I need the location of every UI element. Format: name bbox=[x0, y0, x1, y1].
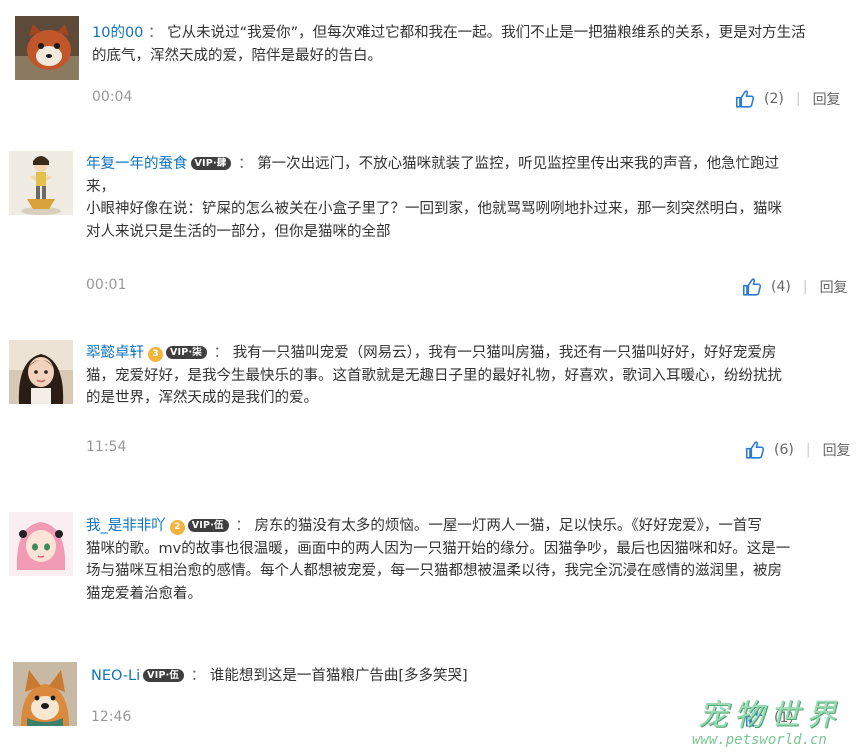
thumbs-up-icon[interactable] bbox=[734, 88, 756, 110]
watermark-title: 宠物世界 bbox=[698, 698, 842, 733]
site-watermark: 宠物世界 www.petsworld.cn bbox=[692, 690, 856, 754]
vip-badge[interactable]: VIP·肆 bbox=[190, 157, 232, 170]
colon: ： bbox=[143, 25, 168, 41]
comment-time: 00:04 bbox=[92, 89, 133, 105]
comment-line: 第一次出远门，不放心猫咪就装了监控，听见监控里传出来我的声音，他急忙跑过 bbox=[257, 156, 780, 172]
thumbs-up-icon[interactable] bbox=[744, 439, 766, 461]
comment-line: 的是世界，浑然天成的是我们的爱。 bbox=[86, 390, 318, 406]
comment-text: 翆懿卓轩 3 VIP·柒 ： 我有一只猫叫宠爱（网易云），我有一只猫叫房猫，我还有一… bbox=[86, 342, 851, 410]
username-link[interactable]: 10的00 bbox=[92, 25, 143, 41]
comment-time: 00:01 bbox=[86, 277, 127, 293]
avatar[interactable] bbox=[13, 662, 77, 726]
comment-time: 12:46 bbox=[91, 709, 132, 725]
comment-line: 房东的猫没有太多的烦恼。一屋一灯两人一猫，足以快乐。《好好宠爱》，一首写 bbox=[254, 518, 762, 534]
avatar[interactable] bbox=[9, 340, 73, 404]
comment-actions: (4) | 回复 bbox=[741, 275, 848, 299]
comment-text: 年复一年的蚕食 VIP·肆 ： 第一次出远门，不放心猫咪就装了监控，听见监控里传出… bbox=[86, 153, 851, 243]
level-crown-badge: 2 bbox=[169, 520, 185, 535]
avatar[interactable] bbox=[9, 512, 73, 576]
level-crown-badge: 3 bbox=[148, 347, 163, 362]
comment-actions: (2) | 回复 bbox=[734, 87, 841, 111]
reply-button[interactable]: 回复 bbox=[820, 277, 848, 297]
comment-line: 猫咪的歌。mv的故事也很温暖，画面中的两人因为一只猫开始的缘分。因猫争吵，最后也… bbox=[86, 540, 791, 557]
reply-button[interactable]: 回复 bbox=[823, 440, 851, 460]
username-link[interactable]: 翆懿卓轩 bbox=[86, 345, 144, 361]
comment-line: 的底气，浑然天成的爱，陪伴是最好的告白。 bbox=[92, 47, 382, 64]
comment-line: 小眼神好像在说：铲屎的怎么被关在小盒子里了？一回到家，他就骂骂咧咧地扑过来，那一… bbox=[86, 201, 782, 217]
comment-line: 来， bbox=[86, 178, 115, 195]
colon: ： bbox=[208, 345, 233, 361]
comment-line: 场与猫咪互相治愈的感情。每个人都想被宠爱，每一只猫都想被温柔以待，我完全沉浸在感… bbox=[86, 563, 782, 579]
avatar[interactable] bbox=[15, 16, 79, 80]
username-link[interactable]: 我_是非非吖 bbox=[86, 518, 166, 534]
comment-line: 猫宠爱着治愈着。 bbox=[86, 585, 202, 602]
comment-line: 猫，宠爱好好，是我今生最快乐的事。这首歌就是无趣日子里的最好礼物，好喜欢，歌词入… bbox=[86, 367, 782, 384]
thumbs-up-icon[interactable] bbox=[741, 276, 763, 298]
colon: ： bbox=[186, 668, 210, 684]
vip-badge[interactable]: VIP·伍 bbox=[143, 669, 185, 682]
comment-line: 它从未说过“我爱你”，但每次难过它都和我在一起。我们不止是一把猫粮维系的关系，更… bbox=[167, 25, 806, 41]
divider: | bbox=[802, 279, 808, 295]
divider: | bbox=[795, 91, 801, 107]
comment-text: 10的00 ： 它从未说过“我爱你”，但每次难过它都和我在一起。我们不止是一把猫… bbox=[92, 22, 852, 67]
comment-line: 对人来说只是生活的一部分，但你是猫咪的全部 bbox=[86, 223, 391, 240]
comment-text: NEO-Li VIP·伍 ： 谁能想到这是一首猫粮广告曲[多多笑哭] bbox=[91, 665, 851, 688]
comment-line: 我有一只猫叫宠爱（网易云），我有一只猫叫房猫，我还有一只猫叫好好，好好宠爱房 bbox=[232, 345, 777, 361]
vip-badge[interactable]: VIP·柒 bbox=[166, 346, 207, 359]
vip-badge[interactable]: VIP·伍 bbox=[187, 519, 229, 532]
colon: ： bbox=[230, 518, 255, 534]
username-link[interactable]: 年复一年的蚕食 bbox=[86, 156, 188, 172]
like-count: (4) bbox=[771, 279, 791, 295]
avatar[interactable] bbox=[9, 151, 73, 215]
reply-button[interactable]: 回复 bbox=[813, 89, 841, 109]
colon: ： bbox=[233, 156, 258, 172]
watermark-url: www.petsworld.cn bbox=[692, 732, 827, 748]
comment-line: 谁能想到这是一首猫粮广告曲[多多笑哭] bbox=[209, 668, 468, 684]
like-count: (6) bbox=[774, 442, 794, 458]
username-link[interactable]: NEO-Li bbox=[91, 668, 140, 684]
comment-text: 我_是非非吖 2 VIP·伍 ： 房东的猫没有太多的烦恼。一屋一灯两人一猫，足以快乐… bbox=[86, 515, 851, 605]
like-count: (2) bbox=[764, 91, 784, 107]
divider: | bbox=[805, 442, 811, 458]
comment-actions: (6) | 回复 bbox=[744, 438, 851, 462]
comment-time: 11:54 bbox=[86, 439, 127, 455]
